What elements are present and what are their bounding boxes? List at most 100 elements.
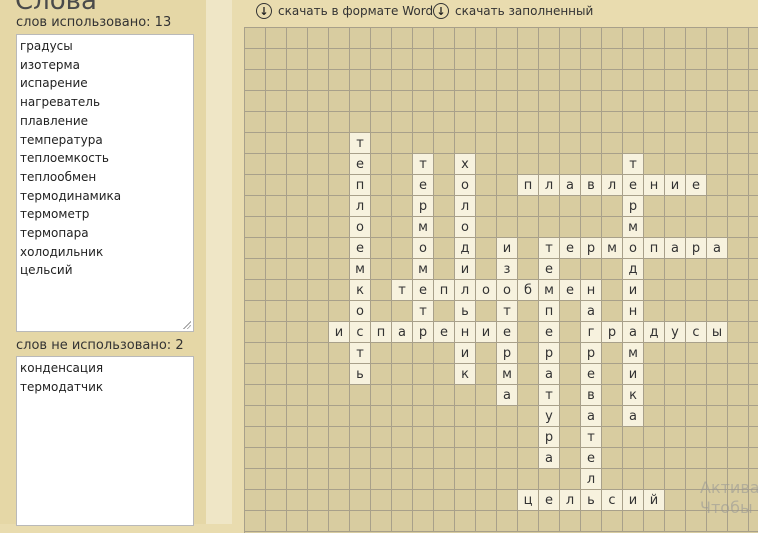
letter-cell[interactable]: и [476, 322, 497, 343]
download-word-link[interactable]: ↓ скачать в формате Word [256, 2, 433, 20]
letter-cell[interactable]: е [581, 364, 602, 385]
letter-cell[interactable]: д [644, 322, 665, 343]
letter-cell[interactable]: а [665, 238, 686, 259]
letter-cell[interactable]: у [539, 406, 560, 427]
letter-cell[interactable]: а [560, 175, 581, 196]
letter-cell[interactable]: п [518, 175, 539, 196]
letter-cell[interactable]: о [350, 217, 371, 238]
letter-cell[interactable]: о [455, 217, 476, 238]
letter-cell[interactable]: м [539, 280, 560, 301]
letter-cell[interactable]: п [434, 280, 455, 301]
letter-cell[interactable]: т [350, 343, 371, 364]
letter-cell[interactable]: о [623, 238, 644, 259]
letter-cell[interactable]: т [497, 301, 518, 322]
letter-cell[interactable]: и [329, 322, 350, 343]
letter-cell[interactable]: ь [455, 301, 476, 322]
letter-cell[interactable]: е [539, 259, 560, 280]
letter-cell[interactable]: р [413, 322, 434, 343]
letter-cell[interactable]: р [539, 427, 560, 448]
letter-cell[interactable]: т [581, 427, 602, 448]
letter-cell[interactable]: н [581, 280, 602, 301]
letter-cell[interactable]: т [539, 238, 560, 259]
letter-cell[interactable]: й [644, 490, 665, 511]
letter-cell[interactable]: т [623, 154, 644, 175]
letter-cell[interactable]: т [413, 154, 434, 175]
letter-cell[interactable]: л [539, 175, 560, 196]
letter-cell[interactable]: в [581, 175, 602, 196]
letter-cell[interactable]: е [413, 280, 434, 301]
letter-cell[interactable]: и [455, 259, 476, 280]
letter-cell[interactable]: п [350, 175, 371, 196]
letter-cell[interactable]: р [602, 322, 623, 343]
letter-cell[interactable]: р [581, 238, 602, 259]
letter-cell[interactable]: л [455, 280, 476, 301]
letter-cell[interactable]: а [539, 364, 560, 385]
letter-cell[interactable]: т [413, 301, 434, 322]
letter-cell[interactable]: а [623, 406, 644, 427]
letter-cell[interactable]: т [539, 385, 560, 406]
letter-cell[interactable]: о [350, 301, 371, 322]
letter-cell[interactable]: в [581, 385, 602, 406]
letter-cell[interactable]: е [560, 280, 581, 301]
letter-cell[interactable]: р [623, 196, 644, 217]
letter-cell[interactable]: л [350, 196, 371, 217]
letter-cell[interactable]: п [371, 322, 392, 343]
letter-cell[interactable]: л [560, 490, 581, 511]
letter-cell[interactable]: н [623, 301, 644, 322]
unused-words-listbox[interactable]: конденсация термодатчик [16, 356, 194, 526]
letter-cell[interactable]: и [665, 175, 686, 196]
letter-cell[interactable]: е [350, 154, 371, 175]
download-filled-link[interactable]: ↓ скачать заполненный [433, 2, 593, 20]
letter-cell[interactable]: к [455, 364, 476, 385]
letter-cell[interactable]: е [539, 490, 560, 511]
letter-cell[interactable]: д [455, 238, 476, 259]
letter-cell[interactable]: т [392, 280, 413, 301]
letter-cell[interactable]: о [455, 175, 476, 196]
letter-cell[interactable]: р [497, 343, 518, 364]
letter-cell[interactable]: п [539, 301, 560, 322]
letter-cell[interactable]: л [602, 175, 623, 196]
letter-cell[interactable]: г [581, 322, 602, 343]
letter-cell[interactable]: е [413, 175, 434, 196]
letter-cell[interactable]: к [623, 385, 644, 406]
letter-cell[interactable]: з [497, 259, 518, 280]
letter-cell[interactable]: а [497, 385, 518, 406]
letter-cell[interactable]: к [350, 280, 371, 301]
letter-cell[interactable]: м [623, 343, 644, 364]
letter-cell[interactable]: е [350, 238, 371, 259]
letter-cell[interactable]: о [413, 238, 434, 259]
resize-grip-icon[interactable] [182, 320, 191, 329]
letter-cell[interactable]: б [518, 280, 539, 301]
letter-cell[interactable]: д [623, 259, 644, 280]
letter-cell[interactable]: а [707, 238, 728, 259]
letter-cell[interactable]: и [623, 364, 644, 385]
letter-cell[interactable]: п [644, 238, 665, 259]
letter-cell[interactable]: с [686, 322, 707, 343]
letter-cell[interactable]: а [539, 448, 560, 469]
letter-cell[interactable]: о [497, 280, 518, 301]
letter-cell[interactable]: а [581, 406, 602, 427]
letter-cell[interactable]: ь [581, 490, 602, 511]
letter-cell[interactable]: м [497, 364, 518, 385]
letter-cell[interactable]: и [455, 343, 476, 364]
letter-cell[interactable]: с [350, 322, 371, 343]
letter-cell[interactable]: е [623, 175, 644, 196]
letter-cell[interactable]: р [413, 196, 434, 217]
letter-cell[interactable]: р [581, 343, 602, 364]
letter-cell[interactable]: н [455, 322, 476, 343]
letter-cell[interactable]: с [602, 490, 623, 511]
letter-cell[interactable]: ц [518, 490, 539, 511]
letter-cell[interactable]: е [560, 238, 581, 259]
letter-cell[interactable]: м [623, 217, 644, 238]
letter-cell[interactable]: е [581, 448, 602, 469]
letter-cell[interactable]: о [476, 280, 497, 301]
letter-cell[interactable]: л [581, 469, 602, 490]
letter-cell[interactable]: м [602, 238, 623, 259]
letter-cell[interactable]: ь [350, 364, 371, 385]
letter-cell[interactable]: а [581, 301, 602, 322]
letter-cell[interactable]: т [350, 133, 371, 154]
letter-cell[interactable]: е [686, 175, 707, 196]
letter-cell[interactable]: х [455, 154, 476, 175]
letter-cell[interactable]: р [686, 238, 707, 259]
used-words-listbox[interactable]: градусы изотерма испарение нагреватель плавл… [16, 34, 194, 332]
